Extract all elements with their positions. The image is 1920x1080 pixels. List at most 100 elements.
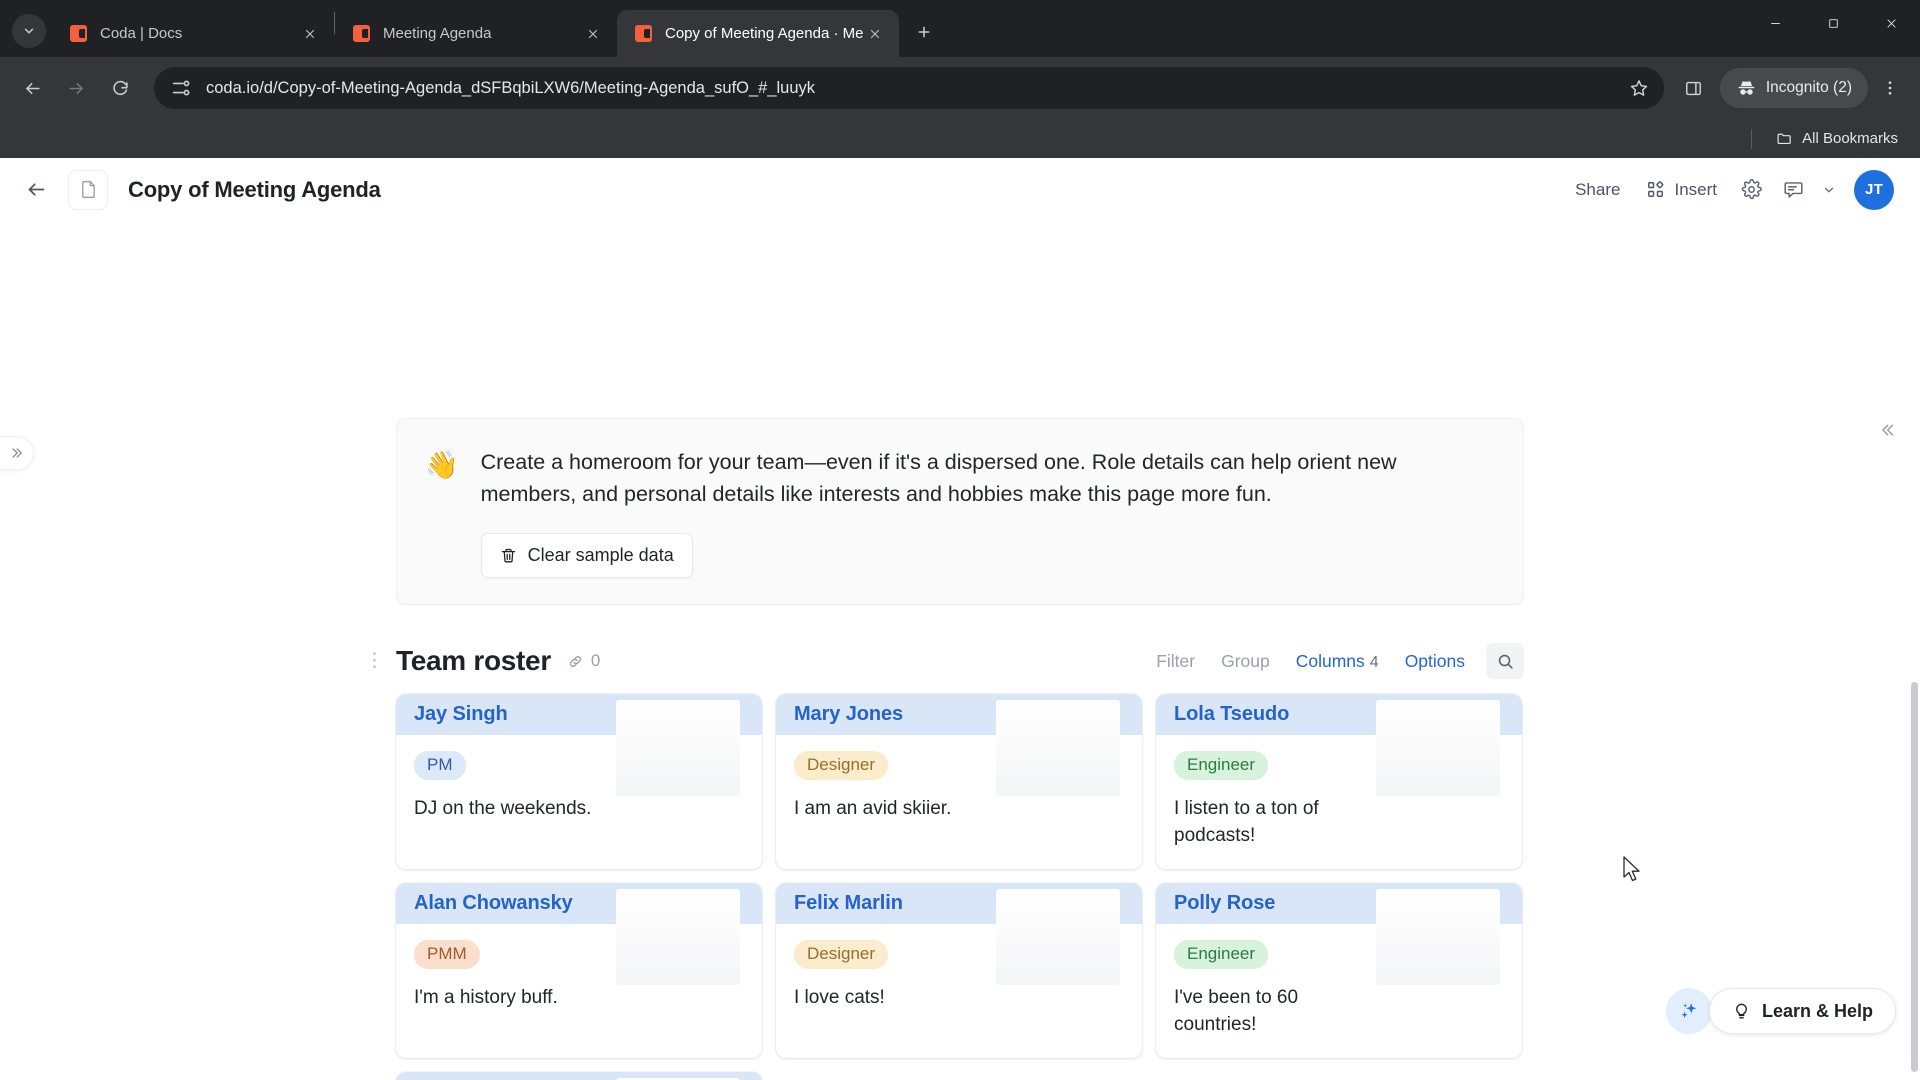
- clear-sample-data-label: Clear sample data: [527, 544, 674, 565]
- coda-app: Copy of Meeting Agenda Share Insert JT 👋…: [0, 158, 1920, 1080]
- card-description: I'm a history buff.: [414, 987, 558, 1009]
- back-button-icon[interactable]: [12, 68, 52, 108]
- role-badge: Engineer: [1174, 750, 1269, 781]
- trash-icon: [501, 548, 515, 563]
- page-title: Copy of Meeting Agenda: [128, 176, 381, 202]
- learn-and-help-button[interactable]: Learn & Help: [1708, 988, 1896, 1034]
- link-icon: [569, 655, 582, 667]
- card-title[interactable]: Lola Tseudo: [1174, 703, 1289, 726]
- forward-button-icon[interactable]: [56, 68, 96, 108]
- card[interactable]: Lola Tseudo Engineer I listen to a ton o…: [1156, 693, 1522, 869]
- filter-button[interactable]: Filter: [1145, 643, 1206, 680]
- insert-grid-icon: [1648, 181, 1664, 197]
- card[interactable]: Jay Singh PM DJ on the weekends.: [396, 693, 762, 869]
- doc-page: 👋 Create a homeroom for your team—even i…: [365, 222, 1524, 1080]
- avatar[interactable]: JT: [1854, 169, 1894, 210]
- role-badge: Designer: [794, 750, 889, 781]
- page-scrollbar[interactable]: [1911, 222, 1918, 1080]
- card-thumbnail: [996, 699, 1120, 796]
- doc-canvas: 👋 Create a homeroom for your team—even i…: [0, 222, 1920, 1080]
- tab-1[interactable]: Meeting Agenda: [335, 10, 617, 57]
- tab-2[interactable]: Copy of Meeting Agenda · Me: [617, 10, 899, 57]
- learn-and-help-label: Learn & Help: [1761, 1000, 1873, 1021]
- site-settings-icon[interactable]: [170, 77, 192, 99]
- tab-title: Copy of Meeting Agenda · Me: [665, 25, 863, 42]
- bookmarks-divider: [1751, 128, 1753, 149]
- columns-label: Columns: [1295, 650, 1365, 671]
- sparkles-icon: [1681, 1003, 1697, 1018]
- search-icon[interactable]: [1486, 643, 1524, 680]
- bookmarks-bar: All Bookmarks: [0, 119, 1920, 158]
- comment-icon[interactable]: [1774, 171, 1812, 209]
- card-thumbnail: [996, 888, 1120, 985]
- all-bookmarks-button[interactable]: All Bookmarks: [1768, 125, 1906, 152]
- clear-sample-data-button[interactable]: Clear sample data: [480, 532, 693, 578]
- share-button[interactable]: Share: [1564, 172, 1631, 208]
- card[interactable]: Felix Marlin Designer I love cats!: [776, 882, 1142, 1058]
- sample-data-callout: 👋 Create a homeroom for your team—even i…: [396, 418, 1524, 605]
- profile-label: Incognito (2): [1765, 79, 1852, 96]
- doc-back-icon[interactable]: [18, 172, 54, 208]
- scrollbar-thumb[interactable]: [1911, 682, 1918, 1072]
- card[interactable]: Polly Rose Engineer I've been to 60 coun…: [1156, 882, 1522, 1058]
- columns-count: 4: [1369, 653, 1379, 671]
- close-icon[interactable]: [581, 22, 605, 46]
- insert-label: Insert: [1674, 179, 1717, 199]
- minimize-icon[interactable]: [1746, 0, 1804, 46]
- chrome-menu-icon[interactable]: [1872, 68, 1908, 108]
- insert-button[interactable]: Insert: [1635, 172, 1728, 208]
- chevron-down-icon[interactable]: [1816, 171, 1842, 209]
- maximize-icon[interactable]: [1804, 0, 1862, 46]
- card-thumbnail: [1376, 699, 1500, 796]
- reload-button-icon[interactable]: [100, 68, 140, 108]
- card-title[interactable]: Alan Chowansky: [414, 892, 573, 915]
- card[interactable]: Sarah Jones Designer I love dogs!: [396, 1071, 762, 1080]
- doc-header: Copy of Meeting Agenda Share Insert JT: [0, 158, 1920, 222]
- drag-handle-icon[interactable]: ⋮: [365, 652, 384, 671]
- all-bookmarks-label: All Bookmarks: [1802, 130, 1898, 147]
- card-thumbnail: [616, 699, 740, 796]
- gear-icon[interactable]: [1732, 171, 1770, 209]
- role-badge: PM: [414, 750, 466, 781]
- role-badge: PMM: [414, 939, 480, 970]
- callout-text: Create a homeroom for your team—even if …: [480, 450, 1397, 506]
- address-bar[interactable]: coda.io/d/Copy-of-Meeting-Agenda_dSFBqbi…: [154, 67, 1664, 109]
- card[interactable]: Mary Jones Designer I am an avid skiier.: [776, 693, 1142, 869]
- incognito-icon: [1738, 80, 1755, 95]
- close-icon[interactable]: [298, 22, 322, 46]
- tab-title: Coda | Docs: [100, 25, 183, 42]
- columns-button[interactable]: Columns 4: [1285, 643, 1390, 680]
- tab-strip: Coda | Docs Meeting Agenda Copy of Meeti…: [0, 0, 1920, 57]
- browser-window: Coda | Docs Meeting Agenda Copy of Meeti…: [0, 0, 1920, 1080]
- ai-assistant-button[interactable]: [1666, 988, 1712, 1034]
- card-title[interactable]: Felix Marlin: [794, 892, 903, 915]
- group-button[interactable]: Group: [1210, 643, 1281, 680]
- card-description: I listen to a ton of podcasts!: [1174, 798, 1319, 846]
- table-controls: Filter Group Columns 4 Options: [1145, 643, 1524, 680]
- window-controls: [1746, 0, 1920, 46]
- team-roster-cards: Jay Singh PM DJ on the weekends. Mary Jo…: [396, 693, 1524, 1080]
- close-icon[interactable]: [863, 22, 887, 46]
- card-thumbnail: [616, 888, 740, 985]
- card-title[interactable]: Jay Singh: [414, 703, 508, 726]
- folder-icon: [1777, 133, 1791, 145]
- card-title[interactable]: Mary Jones: [794, 703, 903, 726]
- bookmark-star-icon[interactable]: [1622, 71, 1656, 105]
- tab-search-button[interactable]: [12, 14, 46, 48]
- card-title[interactable]: Polly Rose: [1174, 892, 1275, 915]
- linked-references-count[interactable]: 0: [567, 651, 600, 671]
- doc-page-icon[interactable]: [68, 169, 108, 210]
- side-panel-icon[interactable]: [1674, 68, 1714, 108]
- doc-header-actions: Share Insert JT: [1564, 169, 1894, 210]
- link-count-value: 0: [590, 651, 601, 671]
- card[interactable]: Alan Chowansky PMM I'm a history buff.: [396, 882, 762, 1058]
- mouse-cursor: [1623, 856, 1640, 882]
- new-tab-button[interactable]: [907, 15, 941, 49]
- tab-0[interactable]: Coda | Docs: [52, 10, 334, 57]
- close-window-icon[interactable]: [1862, 0, 1920, 46]
- options-button[interactable]: Options: [1394, 643, 1476, 680]
- card-description: I am an avid skiier.: [794, 798, 952, 820]
- profile-incognito-chip[interactable]: Incognito (2): [1719, 68, 1868, 108]
- wave-emoji-icon: 👋: [425, 450, 459, 480]
- role-badge: Engineer: [1174, 939, 1269, 970]
